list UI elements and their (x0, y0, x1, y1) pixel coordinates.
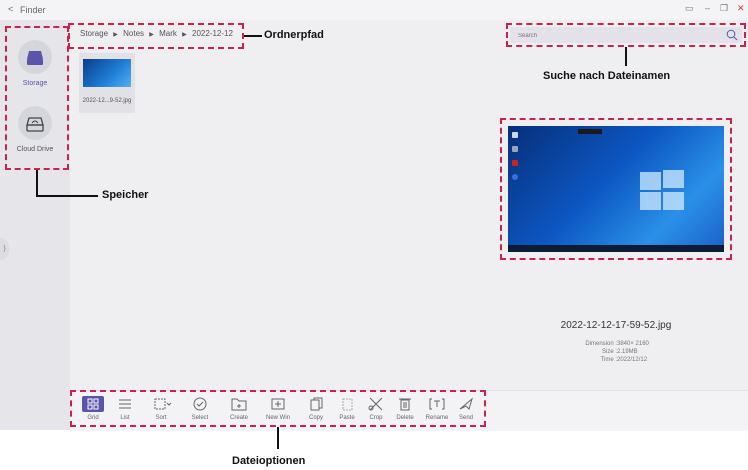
preview-filename: 2022-12-12-17-59-52.jpg (560, 320, 672, 331)
fullscreen-icon[interactable]: ▭ (685, 3, 694, 14)
annotation-connector (625, 47, 627, 66)
annotation-search-label: Suche nach Dateinamen (543, 70, 671, 82)
annotation-outline-preview (500, 118, 732, 260)
annotation-outline-options (70, 390, 486, 427)
file-name: 2022-12...9-52.jpg (82, 98, 132, 104)
annotation-connector (244, 35, 262, 37)
close-icon[interactable]: ✕ (737, 3, 745, 14)
annotation-storage-label: Speicher (102, 189, 149, 201)
annotation-path-label: Ordnerpfad (264, 29, 324, 41)
annotation-options-label: Dateioptionen (232, 455, 306, 467)
annotation-outline-search (506, 23, 746, 47)
window-title: Finder (20, 5, 46, 15)
annotation-outline-storage (5, 26, 69, 170)
back-icon[interactable]: < (8, 4, 13, 14)
file-thumbnail (83, 59, 131, 87)
restore-icon[interactable]: ❐ (720, 3, 728, 14)
minimize-icon[interactable]: – (705, 3, 710, 13)
annotation-connector (277, 427, 279, 449)
annotation-connector (36, 170, 38, 196)
title-bar: < Finder ▭ – ❐ ✕ (0, 0, 748, 20)
annotation-outline-path (68, 23, 244, 49)
file-item[interactable]: 2022-12...9-52.jpg (79, 53, 135, 113)
annotation-connector (36, 195, 98, 197)
